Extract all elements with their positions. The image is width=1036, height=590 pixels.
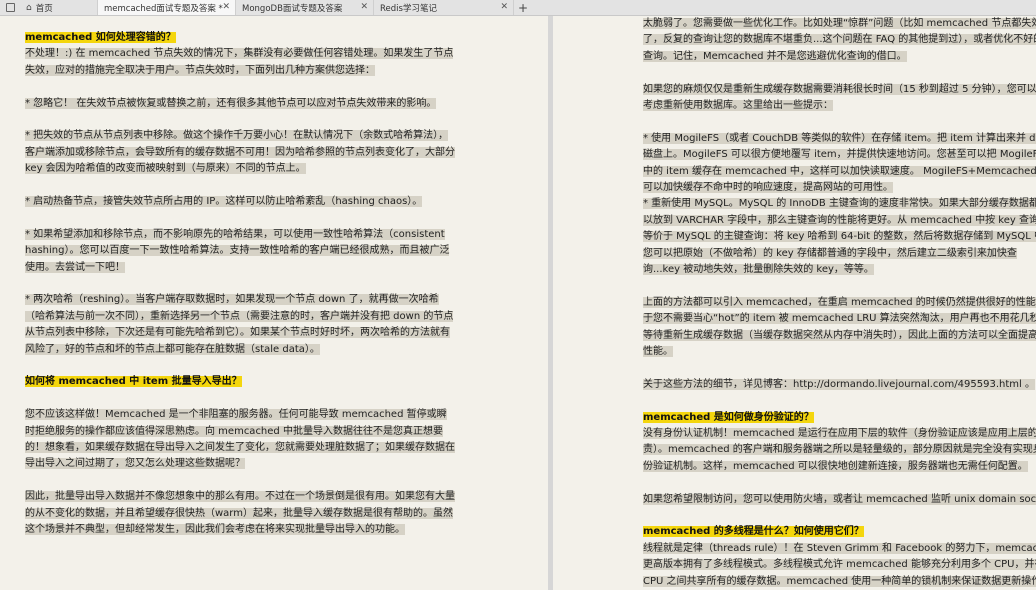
text-line: 责）。memcached 的客户端和服务器端之所以是轻量级的，部分原因就是完全没… bbox=[643, 442, 1036, 458]
document-page-left[interactable]: memcached 如何处理容错的？ 不处理！:) 在 memcached 节点… bbox=[0, 16, 548, 590]
tab-home[interactable]: ⌂ 首页 bbox=[20, 0, 98, 15]
text-line: 更高版本拥有了多线程模式。多线程模式允许 memcached 能够充分利用多个 … bbox=[643, 557, 1036, 573]
text-line: 关于这些方法的细节，详见博客：http://dormando.livejourn… bbox=[643, 378, 1035, 390]
paragraph: 不处理！:) 在 memcached 节点失效的情况下，集群没有必要做任何容错处… bbox=[25, 48, 454, 76]
text-line: * 使用 MogileFS（或者 CouchDB 等类似的软件）在存储 item… bbox=[643, 131, 1036, 147]
tab-memcached-label: memcached面试专题及答案 * bbox=[104, 3, 223, 14]
text-line: 如果您希望限制访问，您可以使用防火墙，或者让 memcached 监听 unix… bbox=[643, 492, 1036, 508]
text-line: 以放到 VARCHAR 字段中，那么主键查询的性能将更好。从 memcached… bbox=[643, 213, 1036, 229]
close-icon[interactable]: ✕ bbox=[222, 2, 230, 12]
text-line: 太脆弱了。您需要做一些优化工作。比如处理“惊群”问题（比如 memcached … bbox=[643, 16, 1036, 32]
tab-bar: ⌂ 首页 memcached面试专题及答案 * ✕ MongoDB面试专题及答案… bbox=[0, 0, 1036, 16]
text-line: 等价于 MySQL 的主键查询：将 key 哈希到 64-bit 的整数，然后将… bbox=[643, 229, 1036, 245]
paragraph: 因此，批量导出导入数据并不像您想象中的那么有用。不过在一个场景倒是很有用。如果您… bbox=[25, 491, 455, 536]
tab-home-label: 首页 bbox=[35, 3, 53, 14]
text-line: 性能。 bbox=[643, 346, 673, 358]
text-line: * 重新使用 MySQL。MySQL 的 InnoDB 主键查询的速度非常快。如… bbox=[643, 196, 1036, 212]
app-menu-icon[interactable] bbox=[0, 0, 20, 15]
text-line: 考虑重新使用数据库。这里给出一些提示： bbox=[643, 100, 833, 112]
paragraph: * 把失效的节点从节点列表中移除。做这个操作千万要小心！在默认情况下（余数式哈希… bbox=[25, 130, 455, 175]
tab-redis[interactable]: Redis学习笔记 ✕ bbox=[374, 0, 514, 15]
text-line: 没有身份认证机制！memcached 是运行在应用下层的软件（身份验证应该是应用… bbox=[643, 426, 1036, 442]
text-line: 上面的方法都可以引入 memcached，在重启 memcached 的时候仍然… bbox=[643, 295, 1036, 311]
tab-mongodb[interactable]: MongoDB面试专题及答案 ✕ bbox=[236, 0, 374, 15]
home-icon: ⌂ bbox=[26, 2, 32, 13]
text-line: 可以加快缓存不命中时的响应速度，提高网站的可用性。 bbox=[643, 182, 893, 194]
text-line: 您可以把原始（不做哈希）的 key 存储都普通的字段中，然后建立二级索引来加快查 bbox=[643, 247, 1017, 259]
paragraph: * 如果希望添加和移除节点，而不影响原先的哈希结果，可以使用一致性哈希算法（co… bbox=[25, 228, 450, 273]
heading-batch-import-export: 如何将 memcached 中 item 批量导入导出？ bbox=[25, 376, 242, 388]
new-tab-button[interactable]: + bbox=[514, 0, 532, 15]
text-line: 磁盘上。MogileFS 可以很方便地覆写 item，并提供快速地访问。您甚至可… bbox=[643, 147, 1036, 163]
text-line: 中的 item 缓存在 memcached 中，这样可以加快读取速度。 Mogi… bbox=[643, 164, 1036, 180]
text-line: 份验证机制。这样，memcached 可以很快地创建新连接，服务器端也无需任何配… bbox=[643, 460, 1028, 472]
tab-mongodb-label: MongoDB面试专题及答案 bbox=[242, 3, 343, 14]
tab-memcached[interactable]: memcached面试专题及答案 * ✕ bbox=[98, 0, 236, 15]
heading-fault-tolerance: memcached 如何处理容错的？ bbox=[25, 32, 176, 43]
paragraph: * 忽略它！ 在失效节点被恢复或替换之前，还有很多其他节点可以应对节点失效带来的… bbox=[25, 97, 437, 109]
paragraph: * 启动热备节点，接管失效节点所占用的 IP。这样可以防止哈希紊乱（hashin… bbox=[25, 196, 423, 208]
heading-multithreading: memcached 的多线程是什么？如何使用它们？ bbox=[643, 526, 864, 538]
text-line: 询...key 被动地失效，批量删除失效的 key，等等。 bbox=[643, 264, 874, 276]
text-line: 了，反复的查询让您的数据库不堪重负...这个问题在 FAQ 的其他提到过），或者… bbox=[643, 32, 1036, 48]
heading-authentication: memcached 是如何做身份验证的？ bbox=[643, 411, 814, 423]
text-line: 查询。记住，Memcached 并不是您逃避优化查询的借口。 bbox=[643, 50, 907, 62]
paragraph: * 两次哈希（reshing）。当客户端存取数据时，如果发现一个节点 down … bbox=[25, 294, 454, 355]
text-line: 等待重新生成缓存数据（当缓存数据突然从内存中消失时），因此上面的方法可以全面提高 bbox=[643, 329, 1036, 341]
text-line: CPU 之间共享所有的缓存数据。memcached 使用一种简单的锁机制来保证数… bbox=[643, 574, 1036, 590]
close-icon[interactable]: ✕ bbox=[360, 2, 368, 12]
close-icon[interactable]: ✕ bbox=[500, 2, 508, 12]
text-line: 如果您的麻烦仅仅是重新生成缓存数据需要消耗很长时间（15 秒到超过 5 分钟），… bbox=[643, 83, 1036, 95]
tab-redis-label: Redis学习笔记 bbox=[380, 3, 437, 14]
text-line: 线程就是定律（threads rule）！在 Steven Grimm 和 Fa… bbox=[643, 541, 1036, 557]
paragraph: 您不应该这样做！Memcached 是一个非阻塞的服务器。任何可能导致 memc… bbox=[25, 409, 455, 470]
document-page-right[interactable]: 太脆弱了。您需要做一些优化工作。比如处理“惊群”问题（比如 memcached … bbox=[553, 16, 1036, 590]
text-line: 于您不需要当心“hot”的 item 被 memcached LRU 算法突然淘… bbox=[643, 311, 1036, 327]
